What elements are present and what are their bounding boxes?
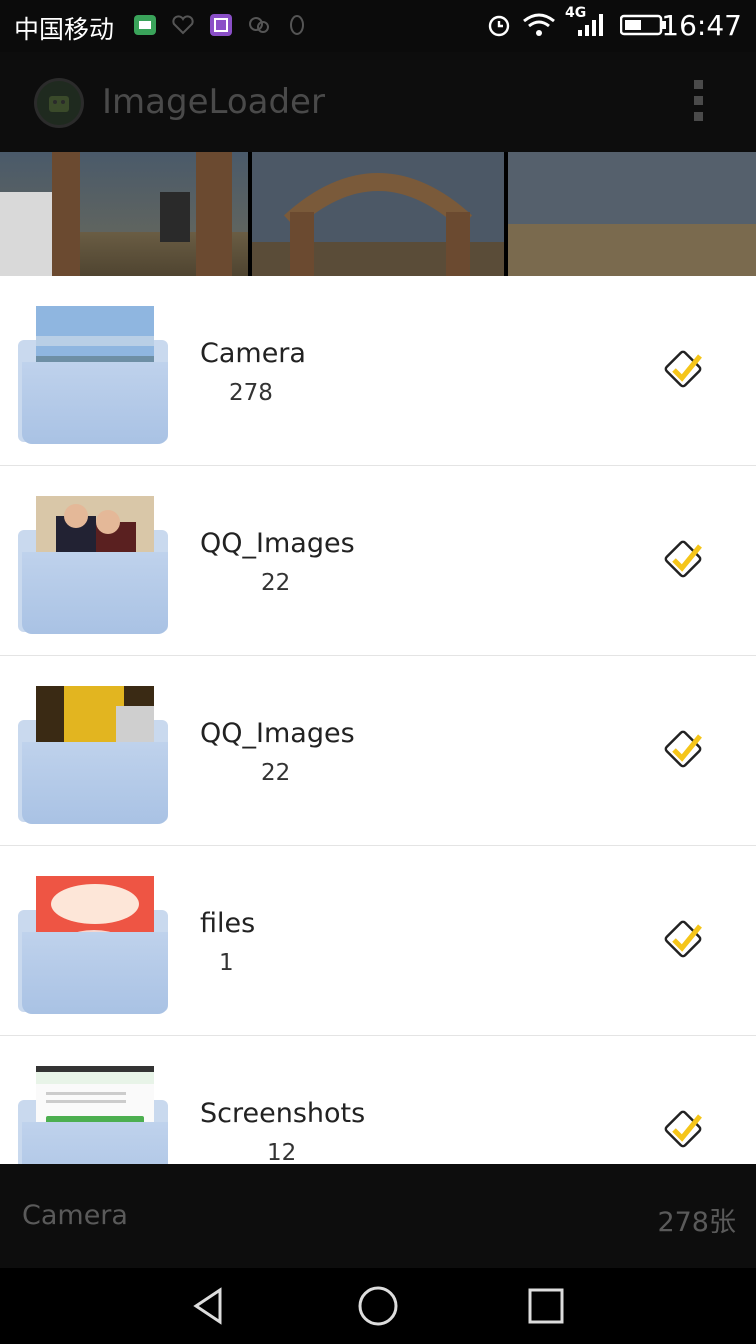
heart-notification-icon: [172, 15, 194, 35]
folder-row-screenshots[interactable]: Screenshots 12: [0, 1036, 756, 1164]
folder-name: Camera: [200, 338, 306, 369]
folder-image-count: 1: [219, 950, 234, 976]
folder-row-camera[interactable]: Camera 278: [0, 276, 756, 466]
checkbox-checked-icon[interactable]: [662, 730, 708, 774]
checkbox-checked-icon[interactable]: [662, 1110, 708, 1154]
carrier-label: 中国移动: [14, 15, 115, 44]
folder-icon: [18, 680, 174, 826]
wifi-icon: [523, 13, 555, 36]
recents-icon[interactable]: [524, 1284, 568, 1328]
checkbox-checked-icon[interactable]: [662, 920, 708, 964]
overflow-menu-icon[interactable]: [694, 80, 706, 124]
gallery-notification-icon: [210, 14, 232, 36]
wechat-notification-icon: [249, 17, 269, 33]
qq-notification-icon: [290, 15, 304, 35]
folder-image-count: 278: [229, 380, 273, 406]
folder-name: QQ_Images: [200, 718, 355, 749]
clock: 16:47: [661, 9, 742, 42]
folder-name: files: [200, 908, 256, 939]
action-bar: ImageLoader: [0, 52, 756, 152]
folder-icon: [18, 1060, 174, 1164]
header-image-strip: [0, 152, 756, 276]
folder-row-qq-images[interactable]: QQ_Images 22: [0, 466, 756, 656]
folder-image-count: 22: [261, 570, 291, 596]
folder-icon: [18, 870, 174, 1016]
current-folder-label[interactable]: Camera: [22, 1200, 128, 1231]
signal-icon: [578, 14, 603, 36]
folder-image-count: 22: [261, 760, 291, 786]
app-title: ImageLoader: [102, 82, 325, 122]
android-icon[interactable]: [34, 78, 84, 128]
checkbox-checked-icon[interactable]: [662, 350, 708, 394]
folder-image-count: 12: [267, 1140, 297, 1164]
home-icon[interactable]: [356, 1284, 400, 1328]
folder-icon: [18, 490, 174, 636]
alarm-icon: [488, 15, 510, 37]
folder-name: Screenshots: [200, 1098, 366, 1129]
navigation-bar: [0, 1268, 756, 1344]
bottom-bar: Camera 278张: [0, 1164, 756, 1268]
folder-list[interactable]: Camera 278 QQ_Images 22 QQ_Images 22 fil…: [0, 276, 756, 1164]
image-count-label: 278张: [657, 1207, 736, 1238]
back-icon[interactable]: [188, 1284, 232, 1328]
status-bar: 中国移动 4G 16:47: [0, 0, 756, 52]
app-notification-icon: [134, 15, 156, 35]
folder-icon: [18, 300, 174, 446]
folder-row-files[interactable]: files 1: [0, 846, 756, 1036]
folder-name: QQ_Images: [200, 528, 355, 559]
checkbox-checked-icon[interactable]: [662, 540, 708, 584]
folder-row-qq-images[interactable]: QQ_Images 22: [0, 656, 756, 846]
